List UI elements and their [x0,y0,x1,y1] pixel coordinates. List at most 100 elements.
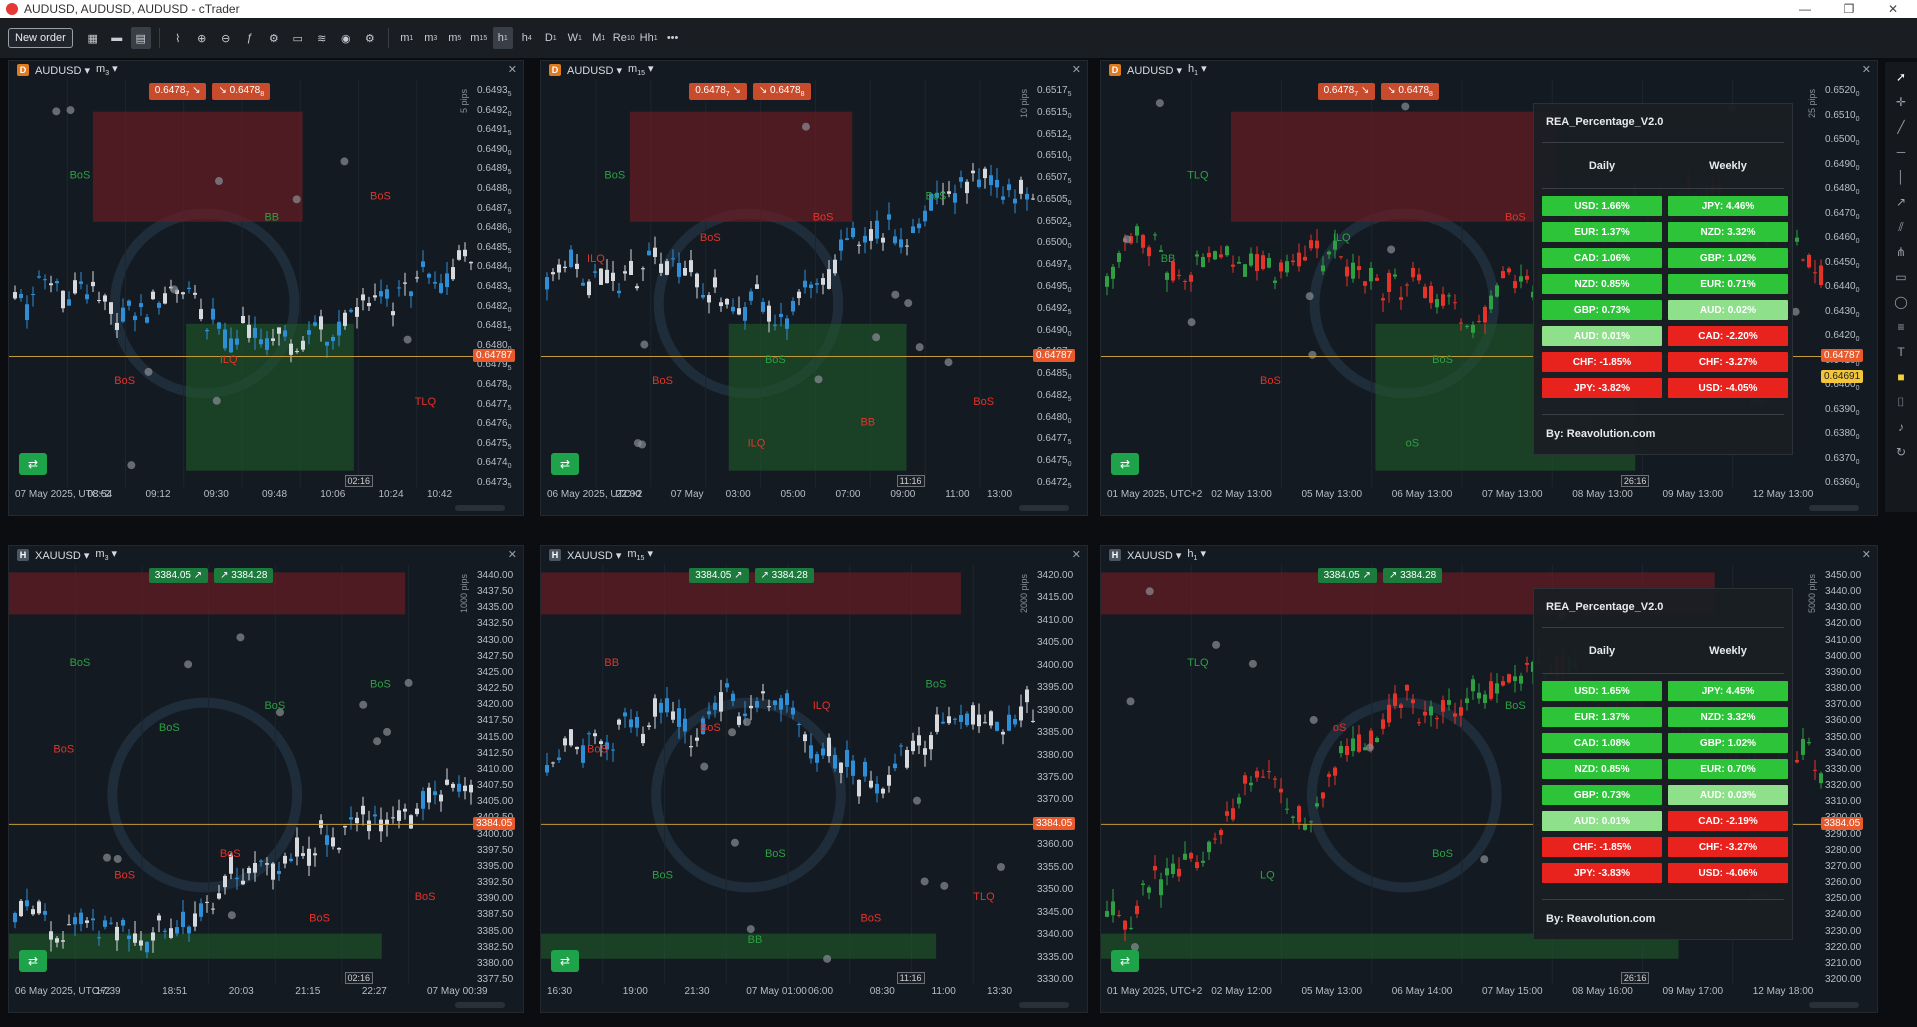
symbol-selector[interactable]: AUDUSD ▾ [35,64,90,77]
timeframe-dropdown[interactable]: h1 ▾ [1187,547,1206,562]
templates-icon[interactable]: ▭ [288,27,308,49]
ray-icon[interactable]: ↗ [1892,193,1910,211]
chart-audusd-m15[interactable]: D AUDUSD ▾ m15 ▾ ✕ BoS BoS BoS BoS BoS BoS BoS BB IL… [540,60,1088,516]
timeframe-h1[interactable]: h1 [492,27,513,49]
chart-mode-badge[interactable]: H [1109,549,1121,561]
indicators-icon[interactable]: ƒ [240,27,260,49]
zoom-out-icon[interactable]: ⊖ [216,27,236,49]
chart-mode-badge[interactable]: D [549,64,561,76]
timeframe-dropdown[interactable]: m3 ▾ [95,547,117,562]
chart-xauusd-m3[interactable]: H XAUUSD ▾ m3 ▾ ✕ BoS BoS BoS BoS BoS BoS BoS BoS Bo… [8,545,524,1013]
fibonacci-icon[interactable]: ≡ [1892,318,1910,336]
text-icon[interactable]: T [1892,343,1910,361]
channel-icon[interactable]: ⫽ [1892,218,1910,236]
price-axis[interactable]: 0.64935 0.64920 0.64915 0.64900 0.64895 0.648… [475,79,523,490]
close-chart-icon[interactable]: ✕ [1072,548,1081,561]
price-axis[interactable]: 0.65175 0.65150 0.65125 0.65100 0.65075 0.650… [1035,79,1087,490]
chart-xauusd-h1[interactable]: HXAUUSD ▾h1 ▾✕TLQBoSBBLQBoSBoSoS3450.003… [1100,545,1878,1013]
eye-icon[interactable]: ◉ [336,27,356,49]
timeframe-Re10[interactable]: Re 10 [613,27,635,49]
horizontal-scrollbar[interactable] [1019,1002,1069,1008]
layers-icon[interactable]: ≋ [312,27,332,49]
price-plot[interactable]: BoS ILQ BoS BoS BB TLQ [9,79,475,487]
horizontal-scrollbar[interactable] [455,505,505,511]
cbot-launch-icon[interactable]: ⇄ [19,453,47,475]
price-axis[interactable]: 3440.00 3437.50 3435.00 3432.50 3430.00 3427.… [475,564,523,985]
chart-xauusd-m15[interactable]: H XAUUSD ▾ m15 ▾ ✕ BB BoS BoS BoS ILQ TLQ BoS BoS Bo… [540,545,1088,1013]
crosshair-icon[interactable]: ✛ [1892,93,1910,111]
multi-chart-icon[interactable]: ▤ [130,27,151,49]
buy-button[interactable]: ↗ 3384.28 [754,568,814,583]
timeframe-Hh1[interactable]: Hh 1 [639,27,659,49]
timeframe-dropdown[interactable]: m3 ▾ [96,62,118,77]
restore-button[interactable]: ❐ [1827,0,1871,18]
horizontal-scrollbar[interactable] [1019,505,1069,511]
settings-gear-icon[interactable]: ⚙ [360,27,380,49]
horizontal-scrollbar[interactable] [1809,505,1859,511]
ellipse-icon[interactable]: ◯ [1892,293,1910,311]
price-plot[interactable]: BoS BoS BoS BoS BoS BoS BoS BoS BoS [9,564,475,984]
time-axis[interactable]: 06 May 2025, UTC+2 22:00 07 May 03:00 05:00 0… [541,489,1035,503]
timeframe-h4[interactable]: h4 [517,27,537,49]
symbol-selector[interactable]: XAUUSD ▾ [567,549,621,562]
close-chart-icon[interactable]: ✕ [1862,63,1871,76]
buy-button[interactable]: ↗ 3384.28 [214,568,274,583]
cursor-icon[interactable]: ➚ [1892,68,1910,86]
new-order-button[interactable]: New order [8,28,73,48]
symbol-selector[interactable]: AUDUSD ▾ [1127,64,1182,77]
horizontal-scrollbar[interactable] [1809,1002,1859,1008]
sell-button[interactable]: 3384.05 ↗ [148,568,209,583]
chart-audusd-m3[interactable]: D AUDUSD ▾ m3 ▾ ✕ BoS ILQ BoS BoS BB TLQ 0.64935 0.… [8,60,524,516]
timeframe-dropdown[interactable]: m15 ▾ [627,547,653,562]
time-axis[interactable]: 16:30 19:00 21:30 07 May 01:00 06:00 08:30 11:… [541,986,1035,1000]
close-chart-icon[interactable]: ✕ [1862,548,1871,561]
symbol-selector[interactable]: XAUUSD ▾ [1127,549,1181,562]
price-axis[interactable]: 0.65200 0.65100 0.65000 0.64900 0.64800 0.647… [1823,79,1877,490]
chart-audusd-h1[interactable]: DAUDUSD ▾h1 ▾✕TLQBoSBoSBoSBoSBBILQBBBBoS… [1100,60,1878,516]
chart-mode-badge[interactable]: D [1109,64,1121,76]
horizontal-scrollbar[interactable] [455,1002,505,1008]
price-axis[interactable]: 3450.00 3440.00 3430.00 3420.00 3410.00 3400.… [1823,564,1877,985]
chart-mode-badge[interactable]: H [17,549,29,561]
cbot-launch-icon[interactable]: ⇄ [551,950,579,972]
cbot-icon[interactable]: ⚙ [264,27,284,49]
buy-button[interactable]: ↘ 0.64788 [1381,83,1439,100]
cbot-launch-icon[interactable]: ⇄ [1111,950,1139,972]
timeframe-dropdown[interactable]: m15 ▾ [628,62,654,77]
alert-bell-icon[interactable]: ♪ [1892,418,1910,436]
price-plot[interactable]: BB BoS BoS BoS ILQ TLQ BoS BoS BoS BB [541,564,1035,984]
rectangle-icon[interactable]: ▭ [1892,268,1910,286]
pitchfork-icon[interactable]: ⋔ [1892,243,1910,261]
symbol-selector[interactable]: AUDUSD ▾ [567,64,622,77]
cbot-launch-icon[interactable]: ⇄ [1111,453,1139,475]
time-axis[interactable]: 01 May 2025, UTC+2 02 May 13:00 05 May 13:… [1101,489,1823,503]
zoom-in-icon[interactable]: ⊕ [192,27,212,49]
cbot-launch-icon[interactable]: ⇄ [19,950,47,972]
sell-button[interactable]: 0.64787 ↘ [148,83,207,100]
sell-button[interactable]: 3384.05 ↗ [689,568,749,583]
timeframe-M1[interactable]: M1 [589,27,609,49]
price-plot[interactable]: BoS BoS BoS BoS BoS BoS BoS BB ILQ ILQ [541,79,1035,487]
timeframe-m15[interactable]: m 15 [469,27,489,49]
timeframe-m1[interactable]: m1 [397,27,417,49]
layout-grid-icon[interactable]: ▦ [83,27,103,49]
sell-button[interactable]: 3384.05 ↗ [1317,568,1377,583]
cbot-launch-icon[interactable]: ⇄ [551,453,579,475]
time-axis[interactable]: 06 May 2025, UTC+2 17:39 18:51 20:03 21:15 22… [9,986,488,1000]
timeframe-dropdown[interactable]: h1 ▾ [1188,62,1207,77]
time-axis[interactable]: 07 May 2025, UTC+2 08:54 09:12 09:30 09:48 10… [9,489,475,503]
close-window-button[interactable]: ✕ [1871,0,1915,18]
chart-mode-badge[interactable]: H [549,549,561,561]
time-axis[interactable]: 01 May 2025, UTC+2 02 May 12:00 05 May 13:… [1101,986,1823,1000]
minimize-button[interactable]: — [1783,0,1827,18]
more-options-icon[interactable]: ••• [663,27,683,49]
timeframe-W1[interactable]: W1 [565,27,585,49]
chart-mode-badge[interactable]: D [17,64,29,76]
chart-type-icon[interactable]: ⌇ [168,27,188,49]
camera-icon[interactable]: ⌷ [1892,393,1910,411]
close-chart-icon[interactable]: ✕ [508,63,517,76]
buy-button[interactable]: ↘ 0.64788 [752,83,811,100]
sell-button[interactable]: 0.64787 ↘ [1317,83,1376,100]
timeframe-m3[interactable]: m3 [421,27,441,49]
timeframe-D1[interactable]: D1 [541,27,561,49]
